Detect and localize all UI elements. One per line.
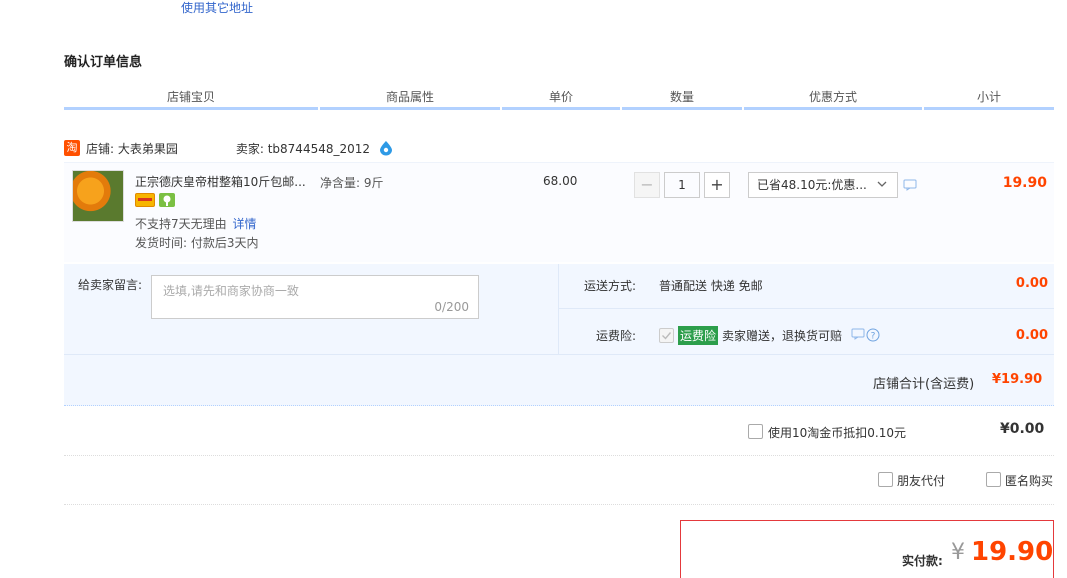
- svg-text:?: ?: [871, 332, 876, 342]
- col-header-discount: 优惠方式: [744, 84, 922, 110]
- friend-pay-label: 朋友代付: [897, 474, 946, 488]
- comment-icon[interactable]: [851, 328, 865, 343]
- guarantee-icon[interactable]: [159, 193, 175, 207]
- insurance-fee: 0.00: [1015, 328, 1048, 343]
- anonymous-purchase-checkbox[interactable]: [986, 472, 1001, 487]
- seller-name[interactable]: 卖家: tb8744548_2012: [236, 140, 370, 157]
- divider: [64, 455, 1054, 456]
- increase-quantity-button[interactable]: +: [704, 172, 730, 198]
- shop-line: 淘 店铺: 大表弟果园 卖家: tb8744548_2012: [64, 138, 394, 158]
- ship-time: 发货时间: 付款后3天内: [135, 236, 259, 250]
- memo-char-counter: 0/200: [434, 300, 469, 314]
- insurance-text: 卖家赠送，退换货可赔: [722, 329, 843, 343]
- divider: [64, 354, 1054, 355]
- payment-label: 实付款:: [902, 554, 943, 568]
- insurance-label: 运费险:: [596, 329, 637, 343]
- col-header-quantity: 数量: [622, 84, 742, 110]
- col-header-unit-price: 单价: [502, 84, 620, 110]
- divider: [559, 308, 1054, 309]
- chevron-down-icon[interactable]: [876, 178, 888, 193]
- col-header-attributes: 商品属性: [320, 84, 500, 110]
- quantity-input[interactable]: 1: [664, 172, 700, 198]
- shipping-fee: 0.00: [1015, 276, 1048, 291]
- use-other-address-link[interactable]: 使用其它地址: [181, 0, 253, 16]
- memo-placeholder: 选填,请先和商家协商一致: [163, 284, 299, 298]
- product-thumbnail[interactable]: [72, 170, 124, 222]
- policy-detail-link[interactable]: 详情: [232, 217, 256, 231]
- payment-summary-box: 实付款: ¥ 19.90: [680, 520, 1054, 578]
- shop-total-value: ¥19.90: [992, 372, 1043, 387]
- anonymous-purchase-label: 匿名购买: [1005, 474, 1054, 488]
- divider: [558, 264, 559, 354]
- product-title-link[interactable]: 正宗德庆皇帝柑整箱10斤包邮...: [135, 173, 306, 190]
- help-icon[interactable]: ?: [866, 328, 880, 345]
- quantity-stepper: − 1 +: [634, 172, 730, 198]
- seller-memo-textarea[interactable]: 选填,请先和商家协商一致 0/200: [151, 275, 479, 319]
- payment-amount: 19.90: [971, 537, 1054, 567]
- no-return-text: 不支持7天无理由: [135, 217, 227, 231]
- return-policy: 不支持7天无理由 详情: [135, 215, 256, 232]
- col-header-subtotal: 小计: [924, 84, 1054, 110]
- insurance-badge: 运费险: [678, 326, 719, 345]
- taobao-logo-icon: 淘: [64, 140, 80, 156]
- memo-label: 给卖家留言:: [78, 278, 143, 292]
- coins-checkbox[interactable]: [748, 424, 763, 439]
- divider: [64, 504, 1054, 505]
- shipping-label: 运送方式:: [584, 279, 637, 293]
- col-header-shop-item: 店铺宝贝: [64, 84, 318, 110]
- section-title: 确认订单信息: [64, 55, 143, 70]
- shop-total-label: 店铺合计(含运费): [873, 377, 975, 392]
- currency-symbol: ¥: [951, 540, 965, 565]
- comment-icon[interactable]: [903, 179, 917, 194]
- friend-pay-checkbox[interactable]: [878, 472, 893, 487]
- unit-price: 68.00: [543, 174, 578, 188]
- coins-value: ¥0.00: [1000, 421, 1045, 437]
- credit-card-icon[interactable]: [135, 193, 155, 207]
- promo-selected-value: 已省48.10元:优惠...: [757, 178, 867, 192]
- product-attribute: 净含量: 9斤: [320, 176, 384, 190]
- insurance-checkbox[interactable]: [659, 328, 674, 343]
- shop-name[interactable]: 店铺: 大表弟果园: [86, 140, 178, 157]
- shipping-method: 普通配送 快递 免邮: [659, 279, 763, 293]
- service-badges: [135, 193, 175, 207]
- item-subtotal: 19.90: [1002, 175, 1047, 191]
- wangwang-chat-icon[interactable]: [378, 140, 394, 156]
- coins-label: 使用10淘金币抵扣0.10元: [768, 426, 906, 440]
- decrease-quantity-button[interactable]: −: [634, 172, 660, 198]
